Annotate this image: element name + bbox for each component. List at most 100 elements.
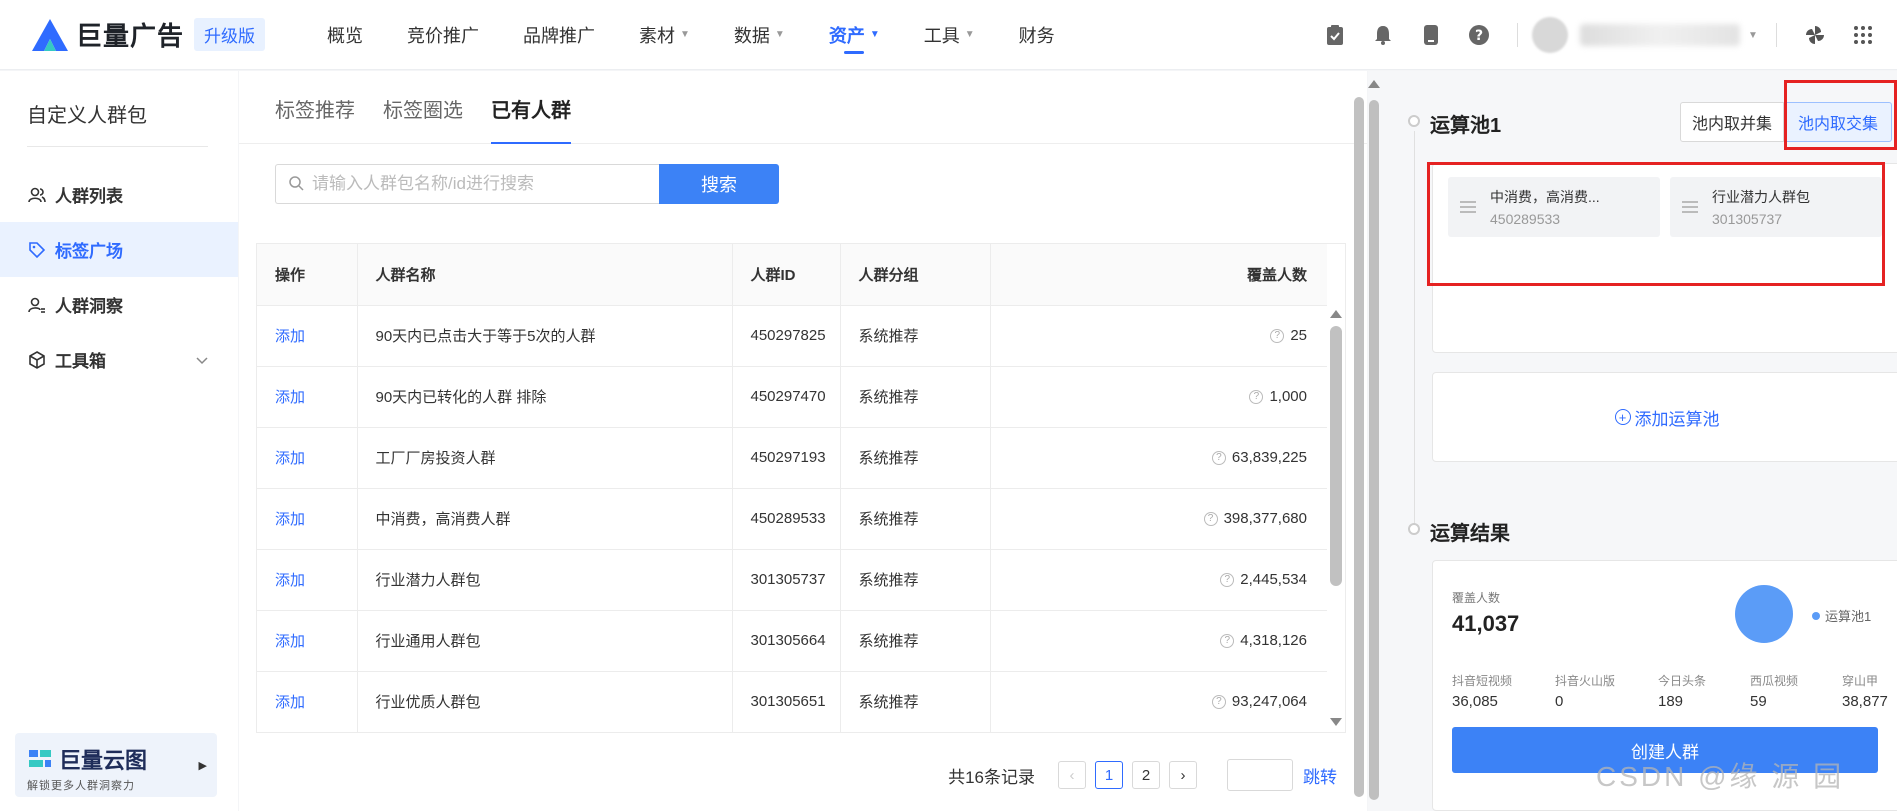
add-link[interactable]: 添加 bbox=[275, 328, 305, 345]
phone-icon[interactable] bbox=[1419, 23, 1443, 47]
tab-tag-recommend[interactable]: 标签推荐 bbox=[275, 94, 355, 143]
crowd-table-grid: 操作 人群名称 人群ID 人群分组 覆盖人数 添加 90天内已点击大于等于5次的… bbox=[257, 244, 1327, 732]
brand-logo[interactable]: 巨量广告 升级版 bbox=[30, 16, 266, 53]
scroll-up-icon[interactable] bbox=[1330, 310, 1342, 318]
tab-bar: 标签推荐 标签圈选 已有人群 bbox=[239, 71, 1367, 144]
yuntu-promo-banner[interactable]: 巨量云图 解锁更多人群洞察力 ▶ bbox=[15, 733, 217, 797]
chevron-down-icon bbox=[196, 350, 208, 370]
nav-brand[interactable]: 品牌推广 bbox=[523, 0, 595, 70]
table-scrollbar[interactable] bbox=[1329, 306, 1343, 730]
add-pool-button[interactable]: + 添加运算池 bbox=[1432, 372, 1897, 462]
nav-material[interactable]: 素材 ▼ bbox=[639, 0, 690, 70]
nav-bidding[interactable]: 竞价推广 bbox=[407, 0, 479, 70]
crowd-coverage: 93,247,064 bbox=[1231, 693, 1307, 710]
jump-page-input[interactable] bbox=[1227, 759, 1293, 791]
pinwheel-icon[interactable] bbox=[1803, 23, 1827, 47]
scroll-down-icon[interactable] bbox=[1330, 718, 1342, 726]
pie-chart bbox=[1735, 585, 1793, 643]
page-1[interactable]: 1 bbox=[1095, 761, 1123, 789]
nav-data[interactable]: 数据 ▼ bbox=[734, 0, 785, 70]
table-row: 添加 工厂厂房投资人群 450297193 系统推荐 ? 63,839,225 bbox=[257, 427, 1327, 489]
yuntu-logo-icon bbox=[29, 750, 51, 767]
add-link[interactable]: 添加 bbox=[275, 389, 305, 406]
search-button[interactable]: 搜索 bbox=[659, 164, 779, 204]
table-row: 添加 行业潜力人群包 301305737 系统推荐 ? 2,445,534 bbox=[257, 549, 1327, 611]
question-icon[interactable]: ? bbox=[1220, 573, 1235, 588]
question-icon[interactable]: ? bbox=[1220, 634, 1235, 649]
prev-page-button[interactable]: ‹ bbox=[1058, 761, 1086, 789]
search-input[interactable] bbox=[312, 174, 642, 194]
add-link[interactable]: 添加 bbox=[275, 511, 305, 528]
platform-stat: 西瓜视频 59 bbox=[1750, 672, 1798, 710]
coverage-label: 覆盖人数 bbox=[1452, 591, 1501, 605]
nav-assets[interactable]: 资产 ▼ bbox=[829, 0, 880, 70]
platform-value: 59 bbox=[1750, 693, 1767, 710]
crowd-coverage: 25 bbox=[1290, 327, 1307, 344]
crowd-group: 系统推荐 bbox=[840, 488, 991, 550]
panel-scrollbar[interactable] bbox=[1368, 78, 1380, 811]
platform-name: 今日头条 bbox=[1658, 674, 1707, 688]
promo-title: 巨量云图 bbox=[59, 748, 148, 773]
tab-existing-crowd[interactable]: 已有人群 bbox=[491, 94, 571, 144]
sidebar-item-toolbox[interactable]: 工具箱 bbox=[0, 332, 238, 387]
nav-label: 资产 bbox=[828, 25, 865, 46]
add-link[interactable]: 添加 bbox=[275, 633, 305, 650]
clipboard-check-icon[interactable] bbox=[1323, 23, 1347, 47]
nav-tools[interactable]: 工具 ▼ bbox=[924, 0, 975, 70]
tab-tag-select[interactable]: 标签圈选 bbox=[383, 94, 463, 143]
legend-label: 运算池1 bbox=[1825, 609, 1872, 624]
tag-icon bbox=[27, 240, 47, 260]
nav-finance[interactable]: 财务 bbox=[1019, 0, 1055, 70]
nav-overview[interactable]: 概览 bbox=[327, 0, 363, 70]
col-id: 人群ID bbox=[732, 244, 841, 306]
question-icon[interactable]: ? bbox=[1211, 451, 1226, 466]
caret-down-icon: ▼ bbox=[869, 29, 880, 40]
page-2[interactable]: 2 bbox=[1132, 761, 1160, 789]
add-pool-label: 添加运算池 bbox=[1634, 409, 1720, 429]
crowd-id: 301305664 bbox=[732, 610, 841, 672]
question-icon[interactable]: ? bbox=[1270, 329, 1285, 344]
users-icon bbox=[27, 185, 47, 205]
col-action: 操作 bbox=[257, 244, 358, 306]
add-link[interactable]: 添加 bbox=[275, 450, 305, 467]
bell-icon[interactable] bbox=[1371, 23, 1395, 47]
apps-grid-icon[interactable] bbox=[1851, 23, 1875, 47]
question-icon[interactable]: ? bbox=[1203, 512, 1218, 527]
caret-down-icon: ▼ bbox=[964, 29, 975, 40]
crowd-coverage: 4,318,126 bbox=[1240, 632, 1307, 649]
question-icon[interactable]: ? bbox=[1249, 390, 1264, 405]
timeline-dot bbox=[1408, 523, 1420, 535]
pagination: 共16条记录 ‹ 1 2 › 跳转 bbox=[948, 759, 1337, 791]
jump-link[interactable]: 跳转 bbox=[1303, 763, 1337, 788]
search-icon bbox=[288, 175, 304, 194]
top-bar: 巨量广告 升级版 概览 竞价推广 品牌推广 素材 ▼ 数据 ▼ 资产 ▼ 工具 ▼ 财务… bbox=[0, 0, 1897, 70]
legend-dot bbox=[1812, 611, 1820, 620]
scroll-up-icon[interactable] bbox=[1368, 80, 1380, 88]
promo-title-row: 巨量云图 bbox=[27, 743, 205, 775]
table-row: 添加 90天内已转化的人群 排除 450297470 系统推荐 ? 1,000 bbox=[257, 366, 1327, 428]
user-account-blurred[interactable]: ▼ bbox=[1532, 15, 1762, 55]
divider bbox=[1517, 23, 1518, 47]
nav-label: 数据 bbox=[733, 25, 770, 46]
highlight-box-intersect bbox=[1784, 80, 1897, 150]
main-scrollbar[interactable] bbox=[1353, 77, 1365, 811]
crowd-name: 行业潜力人群包 bbox=[357, 549, 733, 611]
crowd-group: 系统推荐 bbox=[840, 305, 991, 367]
add-link[interactable]: 添加 bbox=[275, 694, 305, 711]
platform-name: 抖音短视频 bbox=[1452, 674, 1513, 688]
scroll-thumb[interactable] bbox=[1330, 326, 1342, 586]
crowd-name: 90天内已点击大于等于5次的人群 bbox=[357, 305, 733, 367]
caret-right-icon: ▶ bbox=[198, 760, 207, 772]
next-page-button[interactable]: › bbox=[1169, 761, 1197, 789]
sidebar-item-tag-square[interactable]: 标签广场 bbox=[0, 222, 238, 277]
scroll-thumb[interactable] bbox=[1354, 97, 1364, 797]
question-icon[interactable]: ? bbox=[1211, 695, 1226, 710]
help-icon[interactable]: ? bbox=[1467, 23, 1491, 47]
sidebar-item-crowd-list[interactable]: 人群列表 bbox=[0, 167, 238, 222]
add-link[interactable]: 添加 bbox=[275, 572, 305, 589]
version-badge: 升级版 bbox=[194, 18, 266, 51]
sidebar-item-crowd-insight[interactable]: 人群洞察 bbox=[0, 277, 238, 332]
scroll-thumb[interactable] bbox=[1369, 100, 1379, 800]
union-button[interactable]: 池内取并集 bbox=[1680, 102, 1784, 142]
col-group: 人群分组 bbox=[840, 244, 991, 306]
